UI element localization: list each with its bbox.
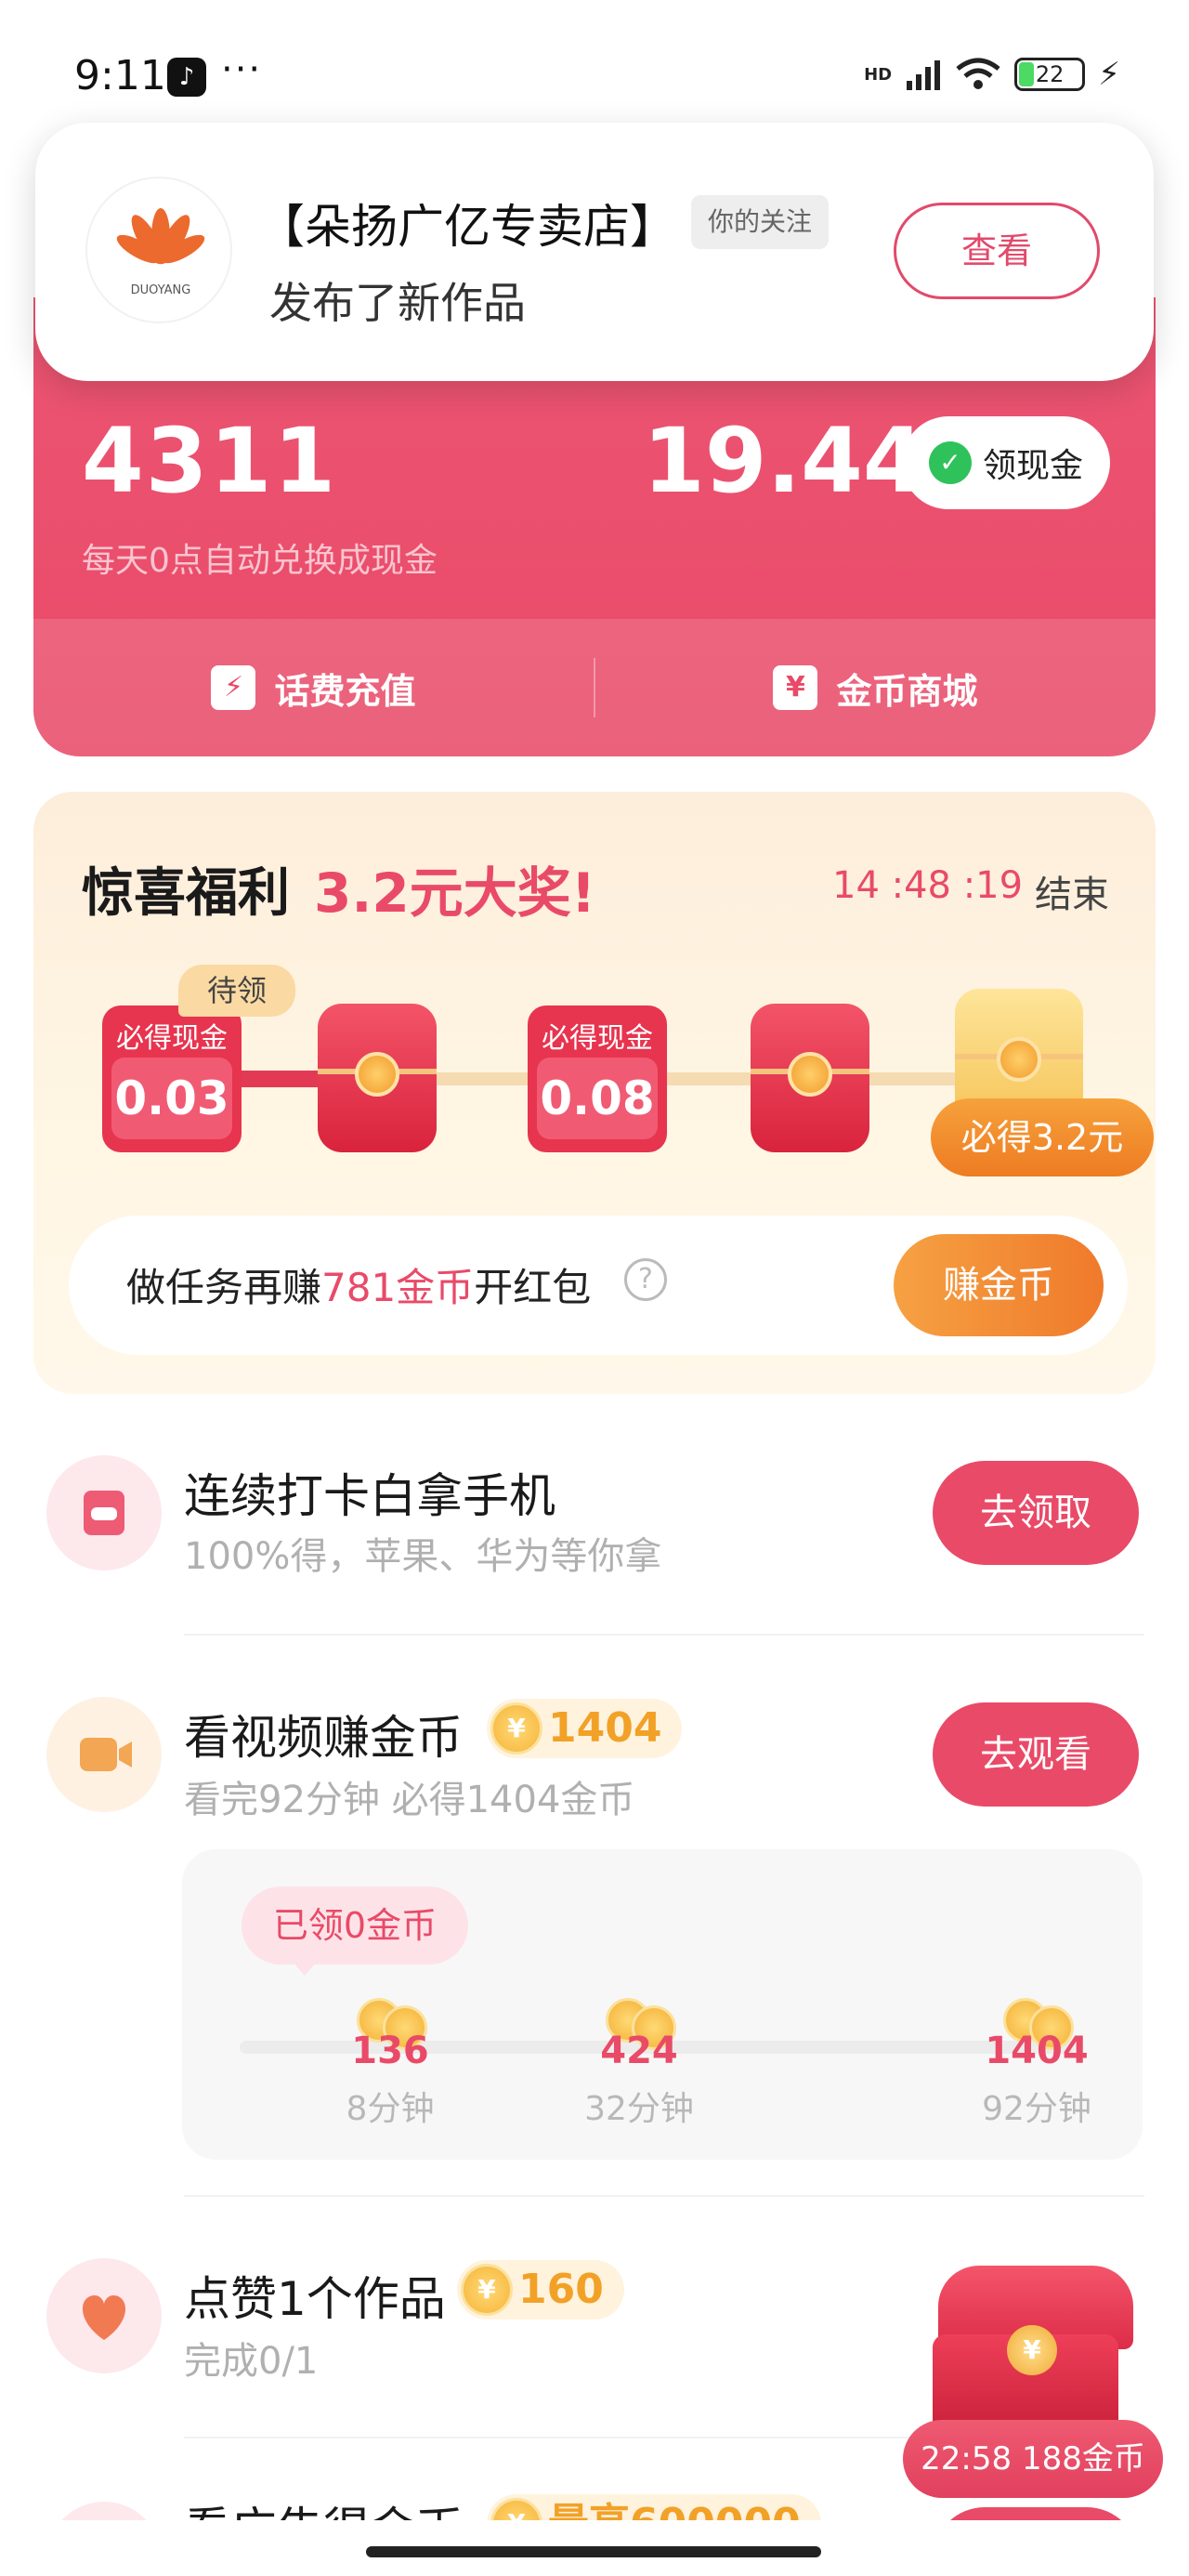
new-post-notification[interactable]: DUOYANG 【朵扬广亿专卖店】 你的关注 发布了新作品 查看 [35, 123, 1154, 381]
reward-value: 160 [518, 2266, 604, 2313]
task-desc: 100%得，苹果、华为等你拿 [184, 1535, 662, 1578]
help-icon[interactable]: ? [624, 1258, 667, 1301]
milestone-1: 136 8分钟 [325, 1998, 455, 2130]
welfare-title: 惊喜福利 [82, 863, 290, 924]
coin-icon: ¥ [490, 2498, 542, 2520]
video-progress-panel: 已领0金币 136 8分钟 424 32分钟 1404 92分钟 [182, 1849, 1143, 2160]
claimed-coins-bubble: 已领0金币 [242, 1886, 468, 1965]
task-desc: 看完92分钟 必得1404金币 [184, 1779, 635, 1821]
cash-step-label: 必得现金 [542, 1022, 653, 1055]
video-icon [46, 1697, 162, 1812]
status-indicators: HD 22 ⚡ [864, 56, 1120, 93]
claim-cash-label: 领现金 [982, 447, 1083, 485]
phone-recharge-button[interactable]: ⚡ 话费充值 [33, 619, 594, 756]
shop-logo: DUOYANG [85, 177, 232, 323]
reward-tag: ¥1404 [487, 1699, 683, 1758]
cash-step-3[interactable]: 必得现金 0.08 [528, 1005, 667, 1152]
network-type-label: HD [864, 64, 893, 85]
task-suffix: 开红包 [474, 1265, 592, 1310]
task-name: 连续打卡白拿手机 [184, 1469, 555, 1523]
milestone-2: 424 32分钟 [574, 1998, 704, 2130]
coupon-icon: ¥ [773, 665, 818, 710]
cash-step-label: 必得现金 [116, 1022, 228, 1055]
task-desc: 完成0/1 [184, 2340, 319, 2383]
task-coins: 781金币 [321, 1265, 475, 1310]
welfare-countdown: 14 :48 :19 [832, 864, 1024, 907]
heart-icon [46, 2258, 162, 2373]
coin-icon: ¥ [490, 1702, 542, 1755]
home-indicator[interactable] [366, 2546, 821, 2557]
milestone-coins: 1404 [985, 2030, 1089, 2072]
surprise-welfare-panel: 惊喜福利 3.2元大奖! 14 :48 :19 结束 必得现金 0.03 待领 … [33, 792, 1156, 1394]
ad-icon [46, 2502, 162, 2520]
calendar-icon [46, 1455, 162, 1571]
more-notifications-icon: ··· [221, 48, 263, 91]
auto-exchange-note: 每天0点自动兑换成现金 [82, 542, 438, 580]
battery-icon: 22 [1014, 58, 1086, 91]
grand-prize-label: 必得3.2元 [931, 1098, 1154, 1176]
wechat-icon: ✓ [928, 441, 972, 484]
shop-logo-text: DUOYANG [131, 283, 191, 297]
following-tag: 你的关注 [691, 195, 829, 249]
row-divider [184, 1634, 1144, 1636]
row-divider [184, 2195, 1144, 2197]
lightning-icon: ⚡ [211, 665, 256, 710]
treasure-timer[interactable]: 22:58 188金币 [903, 2420, 1163, 2498]
welfare-prize: 3.2元大奖! [314, 861, 596, 925]
milestone-3: 1404 92分钟 [972, 1998, 1102, 2130]
milestone-coins: 136 [351, 2030, 429, 2072]
claim-cash-button[interactable]: ✓ 领现金 [902, 416, 1110, 509]
lock-icon [788, 1052, 832, 1097]
watch-button[interactable]: 去观看 [933, 1702, 1139, 1807]
lock-icon [355, 1052, 399, 1097]
card-shortcuts: ⚡ 话费充值 ¥ 金币商城 [33, 619, 1156, 756]
coin-mall-label: 金币商城 [836, 670, 978, 712]
treasure-box[interactable]: ¥ [929, 2258, 1137, 2444]
task-button[interactable] [933, 2507, 1139, 2520]
reward-value: 最高600000 [548, 2500, 801, 2520]
lock-icon [997, 1037, 1041, 1082]
cash-step-value: 0.08 [537, 1058, 658, 1139]
cash-step-value: 0.03 [111, 1058, 232, 1139]
milestone-coins: 424 [600, 2030, 678, 2072]
pending-tag: 待领 [178, 965, 295, 1017]
welfare-end-label: 结束 [1035, 874, 1109, 916]
cash-balance[interactable]: 19.44 [643, 409, 925, 513]
reward-tag: ¥160 [457, 2260, 624, 2320]
earn-coins-button[interactable]: 赚金币 [894, 1234, 1104, 1336]
claim-button[interactable]: 去领取 [933, 1461, 1139, 1565]
shop-name: 【朵扬广亿专卖店】 [258, 200, 676, 254]
bubble-tail [292, 1961, 318, 1976]
view-button[interactable]: 查看 [894, 203, 1100, 299]
coin-icon: ¥ [461, 2264, 513, 2316]
milestone-time: 32分钟 [584, 2090, 694, 2128]
red-envelope-step-4[interactable] [751, 1004, 869, 1152]
signal-icon [907, 60, 941, 90]
battery-level: 22 [1035, 61, 1065, 87]
status-bar: 9:11 ♪ ··· HD 22 ⚡ [0, 0, 1189, 121]
charging-icon: ⚡ [1098, 56, 1120, 93]
task-name: 看视频赚金币 [184, 1711, 463, 1765]
red-envelope-step-2[interactable] [318, 1004, 437, 1152]
cash-step-1[interactable]: 必得现金 0.03 [102, 1005, 242, 1152]
reward-tag: ¥ 最高600000 [487, 2494, 821, 2520]
welfare-task-text: 做任务再赚781金币开红包 [126, 1256, 591, 1313]
reward-value: 1404 [548, 1704, 662, 1752]
phone-recharge-label: 话费充值 [274, 670, 416, 712]
treasure-coin-icon: ¥ [1007, 2325, 1057, 2375]
tiktok-icon: ♪ [167, 58, 206, 97]
wifi-icon [956, 58, 1000, 89]
notification-message: 发布了新作品 [269, 278, 526, 328]
task-prefix: 做任务再赚 [126, 1265, 322, 1310]
milestone-time: 92分钟 [982, 2090, 1091, 2128]
task-name: 看广告得金币 [184, 2492, 463, 2520]
coin-mall-button[interactable]: ¥ 金币商城 [595, 619, 1156, 756]
milestone-time: 8分钟 [346, 2090, 435, 2128]
task-name: 点赞1个作品 [184, 2272, 446, 2326]
status-time: 9:11 [74, 52, 166, 99]
gold-coin-count[interactable]: 4311 [82, 409, 337, 513]
